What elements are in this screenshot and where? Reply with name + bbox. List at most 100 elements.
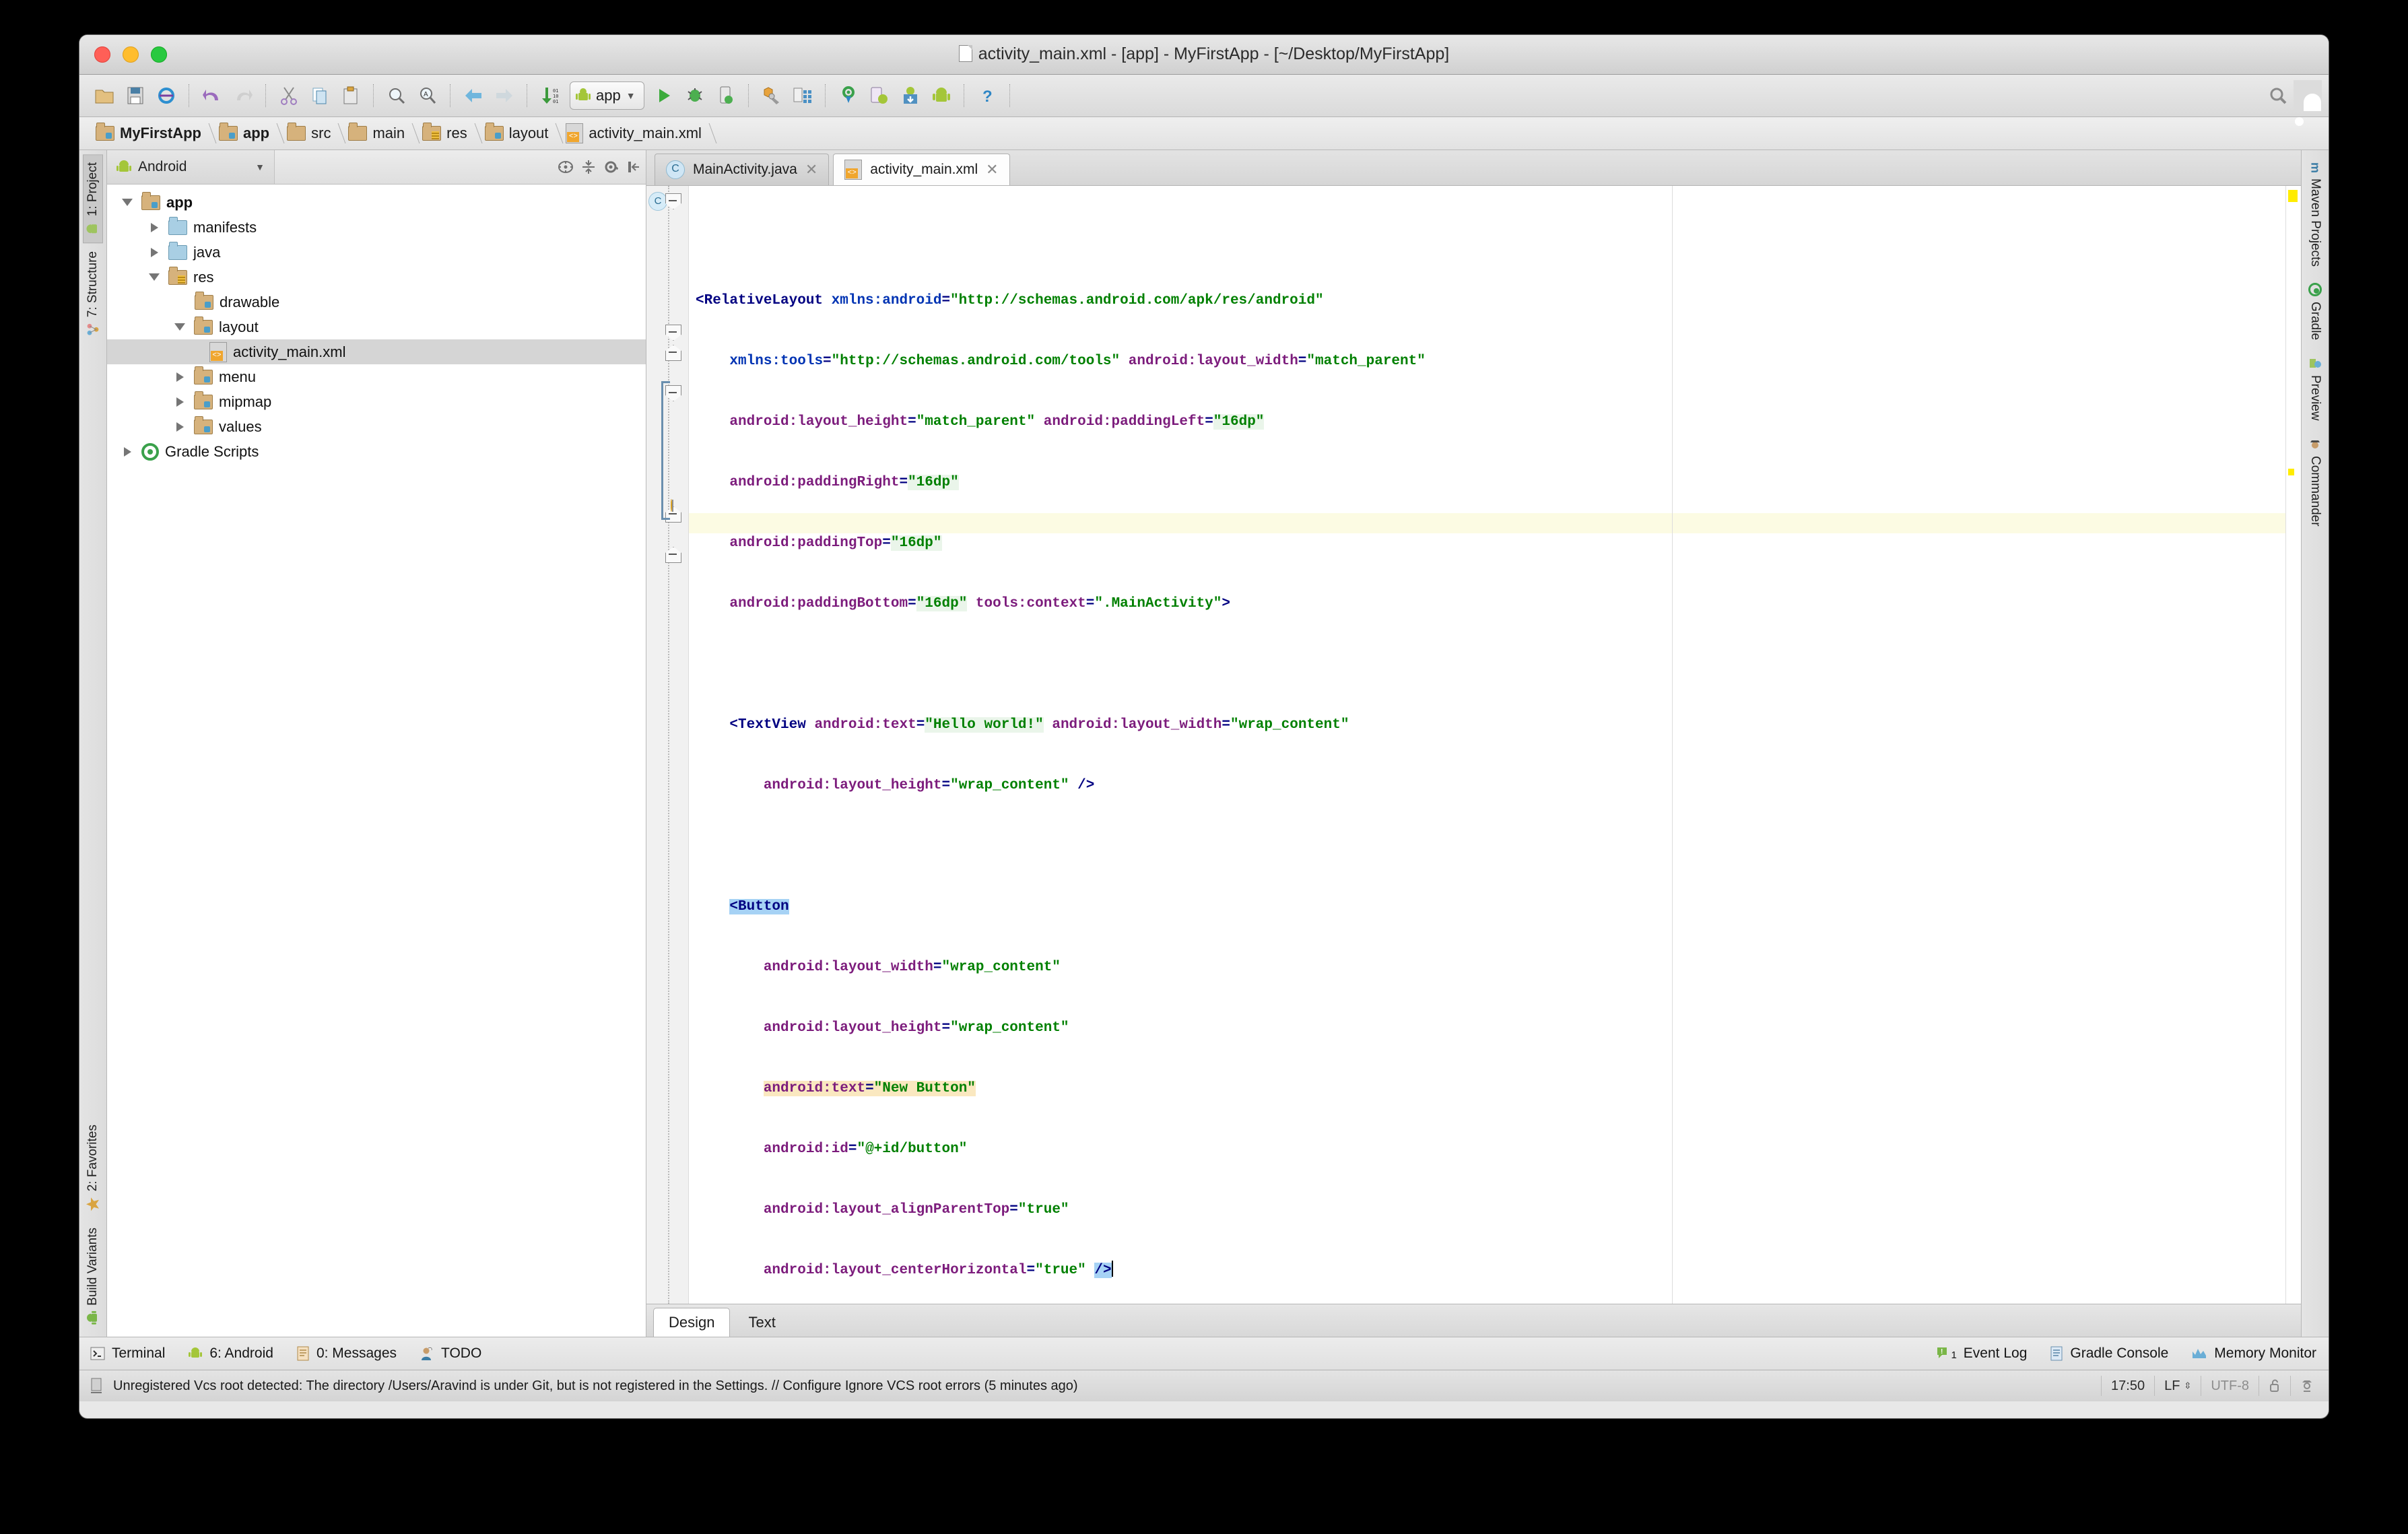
tree-row-layout[interactable]: layout — [107, 314, 646, 339]
sidebar-item-commander[interactable]: Commander — [2305, 429, 2325, 535]
twisty-closed-icon[interactable] — [146, 222, 162, 232]
bottom-item-messages[interactable]: 0: Messages — [296, 1345, 397, 1362]
tree-row-java[interactable]: java — [107, 240, 646, 265]
help-icon[interactable]: ? — [972, 80, 1003, 111]
tree-row-app[interactable]: app — [107, 190, 646, 215]
editor-overview-marks[interactable] — [2285, 186, 2301, 1304]
close-icon[interactable]: ✕ — [986, 161, 998, 178]
overview-mark[interactable] — [2288, 190, 2298, 202]
search-everywhere-icon[interactable] — [2263, 80, 2294, 111]
user-avatar-icon[interactable] — [2294, 80, 2322, 126]
breadcrumb-item-main[interactable]: main — [341, 117, 415, 149]
run-icon[interactable] — [648, 80, 679, 111]
chevron-updown-icon[interactable]: ⇳ — [2184, 1380, 2191, 1391]
device-monitor-icon[interactable] — [864, 80, 895, 111]
hide-panel-icon[interactable] — [623, 150, 646, 184]
twisty-closed-icon[interactable] — [146, 247, 162, 257]
breadcrumb-item-res[interactable]: res — [415, 117, 478, 149]
tab-design[interactable]: Design — [653, 1308, 731, 1337]
breadcrumb-item-layout[interactable]: layout — [478, 117, 560, 149]
tree-row-activity-main-xml[interactable]: activity_main.xml — [107, 339, 646, 364]
save-all-icon[interactable] — [120, 80, 151, 111]
bottom-item-memory-monitor[interactable]: Memory Monitor — [2191, 1345, 2316, 1362]
code-content[interactable]: <RelativeLayout xmlns:android="http://sc… — [689, 186, 2285, 1304]
undo-icon[interactable] — [197, 80, 228, 111]
intention-bulb-icon[interactable] — [671, 499, 685, 519]
android-download-icon[interactable] — [895, 80, 926, 111]
gradle-sync-icon[interactable] — [833, 80, 864, 111]
sidebar-item-project[interactable]: 1: Project — [83, 154, 103, 244]
twisty-open-icon[interactable] — [146, 273, 162, 281]
svg-text:!: ! — [1941, 1348, 1943, 1356]
tree-row-menu[interactable]: menu — [107, 364, 646, 389]
status-encoding[interactable]: UTF-8 — [2201, 1376, 2259, 1396]
run-config-label: app — [596, 87, 621, 104]
code-editor[interactable]: C <RelativeLayout xmlns:android="http://… — [646, 186, 2301, 1304]
sidebar-item-maven-projects[interactable]: m Maven Projects — [2305, 154, 2325, 275]
collapse-all-icon[interactable] — [577, 150, 600, 184]
tab-text[interactable]: Text — [733, 1308, 791, 1337]
twisty-closed-icon[interactable] — [172, 422, 188, 432]
status-message[interactable]: Unregistered Vcs root detected: The dire… — [113, 1378, 1078, 1394]
status-line-separator[interactable]: LF ⇳ — [2154, 1376, 2201, 1396]
chevron-down-icon[interactable]: ▼ — [626, 90, 636, 101]
sidebar-label: 2: Favorites — [86, 1124, 100, 1192]
tree-row-drawable[interactable]: drawable — [107, 290, 646, 314]
tree-row-mipmap[interactable]: mipmap — [107, 389, 646, 414]
run-configuration-selector[interactable]: app ▼ — [570, 81, 644, 110]
sidebar-item-preview[interactable]: Preview — [2305, 348, 2325, 429]
compile-icon[interactable]: 01 10 01 — [535, 80, 566, 111]
paste-icon[interactable] — [335, 80, 366, 111]
sidebar-item-structure[interactable]: 7: Structure — [83, 243, 103, 344]
twisty-closed-icon[interactable] — [172, 372, 188, 382]
gear-icon[interactable] — [600, 150, 623, 184]
sync-icon[interactable] — [151, 80, 182, 111]
tree-row-gradle-scripts[interactable]: Gradle Scripts — [107, 439, 646, 464]
hector-icon[interactable] — [2290, 1376, 2323, 1396]
sdk-manager-icon[interactable] — [756, 80, 787, 111]
bottom-item-terminal[interactable]: Terminal — [90, 1345, 165, 1362]
class-marker-icon[interactable]: C — [648, 192, 667, 211]
bottom-right-group: ! 1 Event Log Gradle Console Memory Moni… — [1936, 1345, 2316, 1362]
twisty-closed-icon[interactable] — [119, 446, 135, 457]
tab-mainactivity-java[interactable]: C MainActivity.java ✕ — [655, 154, 830, 185]
open-folder-icon[interactable] — [89, 80, 120, 111]
chevron-down-icon[interactable]: ▼ — [255, 162, 265, 172]
twisty-open-icon[interactable] — [119, 199, 135, 206]
target-icon[interactable] — [554, 150, 577, 184]
debug-device-icon[interactable] — [710, 80, 741, 111]
tree-label: java — [193, 243, 221, 261]
editor-gutter[interactable]: C — [646, 186, 689, 1304]
overview-mark[interactable] — [2288, 469, 2294, 475]
twisty-open-icon[interactable] — [172, 323, 188, 331]
toggle-tool-windows-icon[interactable] — [89, 1377, 104, 1395]
cut-icon[interactable] — [273, 80, 304, 111]
twisty-closed-icon[interactable] — [172, 397, 188, 407]
close-icon[interactable]: ✕ — [805, 161, 817, 178]
back-icon[interactable] — [458, 80, 489, 111]
unlocked-icon[interactable] — [2259, 1376, 2290, 1396]
status-time: 17:50 — [2101, 1376, 2154, 1396]
copy-icon[interactable] — [304, 80, 335, 111]
tree-row-res[interactable]: res — [107, 265, 646, 290]
breadcrumb-item-app[interactable]: app — [212, 117, 280, 149]
tree-row-values[interactable]: values — [107, 414, 646, 439]
android-icon[interactable] — [926, 80, 957, 111]
avd-manager-icon[interactable] — [787, 80, 818, 111]
bottom-item-todo[interactable]: TODO — [420, 1345, 481, 1362]
project-view-selector[interactable]: Android ▼ — [107, 150, 275, 184]
debug-icon[interactable] — [679, 80, 710, 111]
tab-activity-main-xml[interactable]: activity_main.xml ✕ — [833, 154, 1010, 185]
sidebar-item-favorites[interactable]: 2: Favorites — [83, 1116, 103, 1220]
breadcrumb-item-src[interactable]: src — [280, 117, 341, 149]
sidebar-item-build-variants[interactable]: Build Variants — [83, 1220, 103, 1333]
breadcrumb-item-myfirstapp[interactable]: MyFirstApp — [89, 117, 212, 149]
bottom-item-android[interactable]: 6: Android — [188, 1345, 273, 1362]
breadcrumb-item-activity-main-xml[interactable]: activity_main.xml — [559, 117, 712, 149]
replace-icon[interactable]: A — [412, 80, 443, 111]
sidebar-item-gradle[interactable]: Gradle — [2305, 275, 2325, 348]
tree-row-manifests[interactable]: manifests — [107, 215, 646, 240]
bottom-item-event-log[interactable]: ! 1 Event Log — [1936, 1345, 2027, 1362]
find-icon[interactable] — [381, 80, 412, 111]
bottom-item-gradle-console[interactable]: Gradle Console — [2050, 1345, 2168, 1362]
